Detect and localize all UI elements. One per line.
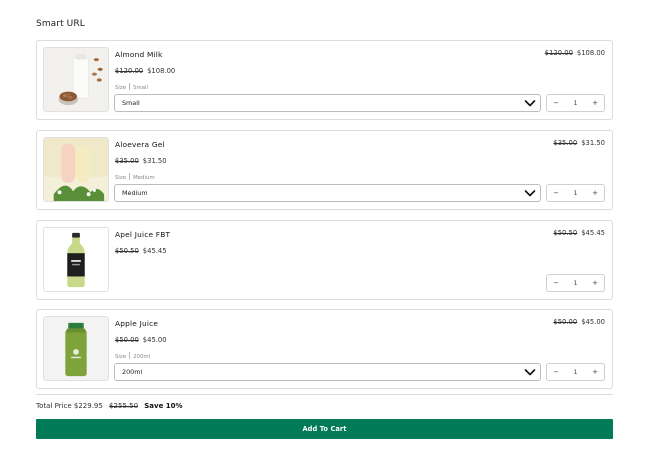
divider — [36, 394, 613, 395]
product-price: $50.50 $45.45 — [115, 247, 167, 255]
variant-option: Size Small — [115, 83, 148, 91]
select-value: Medium — [122, 189, 148, 197]
decrease-button[interactable]: − — [547, 275, 565, 291]
product-image — [43, 227, 109, 292]
total-price: $229.95 — [73, 402, 103, 410]
add-to-cart-button[interactable]: Add To Cart — [36, 419, 613, 439]
bundle-item-card: Apple Juice $50.00 $45.00 $50.00 $45.00 Si… — [36, 309, 613, 389]
original-price: $120.00 — [115, 67, 144, 75]
line-price: $50.00 $45.00 — [553, 318, 605, 326]
variant-select[interactable]: Small — [114, 94, 541, 112]
increase-button[interactable]: + — [586, 275, 604, 291]
sale-price: $45.00 — [581, 318, 605, 326]
sale-price: $31.50 — [142, 157, 167, 165]
variant-select[interactable]: Medium — [114, 184, 541, 202]
original-price: $35.00 — [553, 139, 578, 147]
product-image — [43, 316, 109, 381]
original-price: $50.50 — [115, 247, 139, 255]
chevron-down-icon — [524, 190, 536, 197]
decrease-button[interactable]: − — [547, 95, 565, 111]
quantity-stepper: − 1 + — [546, 274, 605, 292]
select-value: 200ml — [122, 368, 143, 376]
product-name: Aloevera Gel — [115, 140, 165, 149]
increase-button[interactable]: + — [586, 95, 604, 111]
quantity-value[interactable]: 1 — [565, 95, 586, 111]
option-label: Size — [115, 175, 127, 181]
increase-button[interactable]: + — [586, 185, 604, 201]
sale-price: $45.00 — [142, 336, 167, 344]
variant-option: Size Medium — [115, 173, 155, 181]
option-label: Size — [115, 85, 127, 91]
quantity-stepper: − 1 + — [546, 94, 605, 112]
original-price: $50.50 — [553, 229, 578, 237]
variant-select[interactable]: 200ml — [114, 363, 541, 381]
original-price: $50.00 — [553, 318, 578, 326]
product-image — [43, 47, 109, 112]
product-image — [43, 137, 109, 202]
option-value: Medium — [133, 175, 155, 181]
product-name: Almond Milk — [115, 50, 163, 59]
select-value: Small — [122, 99, 140, 107]
page-title: Smart URL — [36, 19, 85, 29]
decrease-button[interactable]: − — [547, 364, 565, 380]
save-badge: Save 10% — [144, 402, 183, 410]
option-value: Small — [133, 85, 149, 91]
product-price: $35.00 $31.50 — [115, 157, 167, 165]
sale-price: $45.45 — [581, 229, 605, 237]
decrease-button[interactable]: − — [547, 185, 565, 201]
bundle-item-card: Apel Juice FBT $50.50 $45.45 $50.50 $45.45… — [36, 220, 613, 300]
sale-price: $108.00 — [147, 67, 176, 75]
option-value: 200ml — [133, 354, 151, 360]
option-separator — [129, 83, 131, 90]
original-price: $120.00 — [544, 49, 573, 57]
chevron-down-icon — [524, 100, 536, 107]
product-price: $120.00 $108.00 — [115, 67, 175, 75]
quantity-value[interactable]: 1 — [565, 275, 586, 291]
option-separator — [129, 352, 131, 359]
product-name: Apple Juice — [115, 319, 159, 328]
chevron-down-icon — [524, 369, 536, 376]
increase-button[interactable]: + — [586, 364, 604, 380]
bundle-item-card: Almond Milk $120.00 $108.00 $120.00 $108.0… — [36, 40, 613, 120]
original-total: $255.50 — [109, 402, 139, 410]
quantity-value[interactable]: 1 — [565, 364, 586, 380]
sale-price: $31.50 — [581, 139, 605, 147]
total-label: Total Price — [36, 402, 72, 410]
product-price: $50.00 $45.00 — [115, 336, 167, 344]
bundle-item-card: Aloevera Gel $35.00 $31.50 $35.00 $31.50 S… — [36, 130, 613, 210]
original-price: $50.00 — [115, 336, 139, 344]
option-label: Size — [115, 354, 127, 360]
original-price: $35.00 — [115, 157, 139, 165]
product-name: Apel Juice FBT — [115, 230, 171, 239]
quantity-stepper: − 1 + — [546, 363, 605, 381]
option-separator — [129, 173, 131, 180]
sale-price: $108.00 — [576, 49, 605, 57]
line-price: $50.50 $45.45 — [553, 229, 605, 237]
variant-option: Size 200ml — [115, 352, 150, 360]
sale-price: $45.45 — [142, 247, 167, 255]
line-price: $35.00 $31.50 — [553, 139, 605, 147]
total-price-row: Total Price $229.95 $255.50 Save 10% — [36, 402, 183, 410]
line-price: $120.00 $108.00 — [545, 49, 605, 57]
quantity-stepper: − 1 + — [546, 184, 605, 202]
quantity-value[interactable]: 1 — [565, 185, 586, 201]
